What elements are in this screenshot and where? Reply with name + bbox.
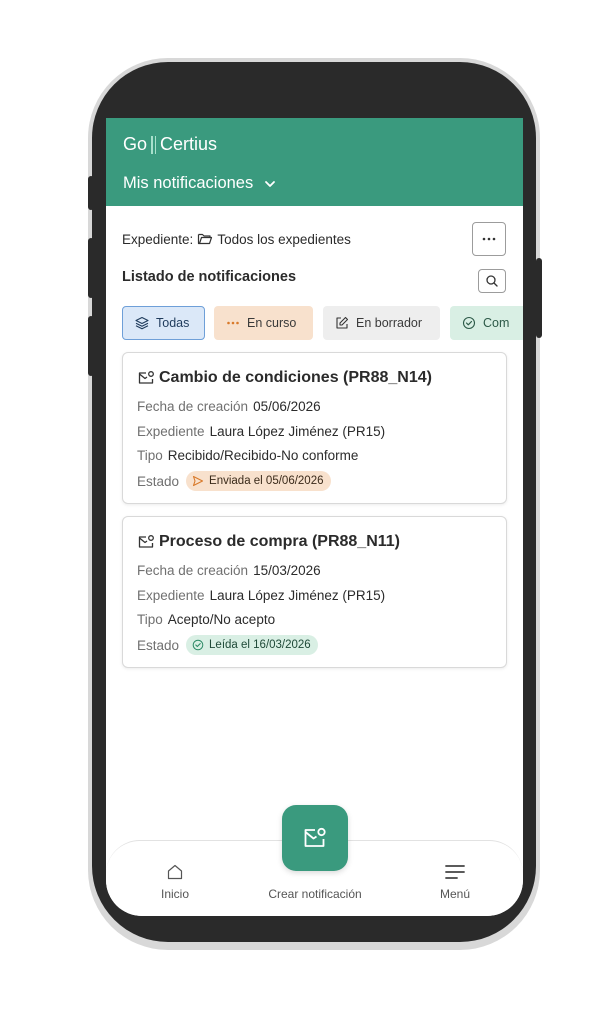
nav-inicio-label: Inicio (160, 887, 189, 901)
folder-icon (198, 233, 213, 245)
filter-en-curso-label: En curso (247, 316, 297, 330)
field-value: Recibido/Recibido-No conforme (167, 448, 359, 463)
field-label: Estado (137, 473, 180, 489)
new-notification-icon (304, 827, 326, 847)
edit-icon (336, 316, 349, 329)
field-fecha: Fecha de creación 15/03/2026 (137, 563, 321, 578)
logo-text-go: Go (123, 134, 148, 154)
app-screen: Go Certius Mis notificaciones Expediente… (106, 118, 523, 916)
field-value: Laura López Jiménez (PR15) (209, 588, 386, 603)
logo-divider-2 (154, 135, 157, 154)
filter-todas-label: Todas (156, 316, 190, 330)
field-estado: Estado Leída el 16/03/2026 (137, 635, 318, 655)
phone-button-left-3 (88, 316, 94, 376)
nav-crear-notificacion[interactable]: Crear notificación (252, 887, 378, 901)
app-header: Go Certius Mis notificaciones (106, 118, 523, 206)
send-icon (192, 475, 204, 487)
status-badge: Enviada el 05/06/2026 (186, 471, 331, 491)
filter-en-curso[interactable]: En curso (214, 306, 313, 340)
field-value: Acepto/No acepto (167, 612, 276, 627)
expediente-label: Expediente: (122, 231, 194, 247)
nav-inicio[interactable]: Inicio (152, 863, 198, 901)
filter-chips: Todas En curso En borrador Com (122, 306, 523, 340)
more-dots-icon (482, 237, 496, 241)
search-button[interactable] (478, 269, 506, 293)
field-label: Expediente (137, 588, 205, 603)
field-label: Tipo (137, 448, 163, 463)
check-circle-icon (462, 316, 476, 330)
app-logo: Go Certius (123, 134, 217, 155)
section-selector[interactable]: Mis notificaciones (123, 174, 277, 193)
status-badge: Leída el 16/03/2026 (186, 635, 318, 655)
field-tipo: Tipo Acepto/No acepto (137, 612, 275, 627)
field-label: Expediente (137, 424, 205, 439)
phone-button-left-1 (88, 176, 94, 210)
filter-en-borrador[interactable]: En borrador (323, 306, 440, 340)
list-title: Listado de notificaciones (122, 269, 297, 285)
expediente-value: Todos los expedientes (217, 231, 351, 247)
logo-text-certius: Certius (160, 134, 218, 154)
field-value: Laura López Jiménez (PR15) (209, 424, 386, 439)
status-text: Enviada el 05/06/2026 (209, 475, 324, 487)
field-value: 05/06/2026 (253, 399, 321, 414)
phone-button-left-2 (88, 238, 94, 298)
field-value: 15/03/2026 (253, 563, 321, 578)
field-expediente: Expediente Laura López Jiménez (PR15) (137, 424, 385, 439)
filter-todas[interactable]: Todas (122, 306, 205, 340)
more-options-button[interactable] (472, 222, 506, 256)
field-label: Tipo (137, 612, 163, 627)
field-fecha: Fecha de creación 05/06/2026 (137, 399, 321, 414)
field-label: Fecha de creación (137, 563, 249, 578)
field-label: Fecha de creación (137, 399, 249, 414)
field-expediente: Expediente Laura López Jiménez (PR15) (137, 588, 385, 603)
layers-icon (135, 316, 149, 330)
create-notification-button[interactable] (282, 805, 348, 871)
status-text: Leída el 16/03/2026 (209, 639, 311, 651)
field-label: Estado (137, 637, 180, 653)
logo-divider (151, 135, 153, 154)
expediente-filter[interactable]: Expediente: Todos los expedientes (122, 231, 351, 247)
section-title: Mis notificaciones (123, 174, 254, 192)
notification-card[interactable]: Proceso de compra (PR88_N11) Fecha de cr… (122, 516, 507, 668)
notification-mail-icon (138, 535, 154, 548)
check-circle-icon (192, 639, 204, 651)
nav-crear-label: Crear notificación (268, 887, 362, 901)
card-title-text: Proceso de compra (PR88_N11) (159, 533, 400, 550)
home-icon (167, 864, 183, 880)
card-title: Cambio de condiciones (PR88_N14) (137, 369, 432, 387)
filter-en-borrador-label: En borrador (356, 316, 423, 330)
phone-button-right (536, 258, 542, 338)
notification-card[interactable]: Cambio de condiciones (PR88_N14) Fecha d… (122, 352, 507, 504)
field-estado: Estado Enviada el 05/06/2026 (137, 471, 331, 491)
notification-mail-icon (138, 371, 154, 384)
nav-menu[interactable]: Menú (432, 863, 478, 901)
nav-menu-label: Menú (439, 887, 471, 901)
menu-icon (445, 865, 465, 879)
search-icon (486, 275, 498, 287)
filter-completadas-label: Com (483, 316, 510, 330)
card-title-text: Cambio de condiciones (PR88_N14) (159, 369, 432, 386)
field-tipo: Tipo Recibido/Recibido-No conforme (137, 448, 358, 463)
filter-completadas[interactable]: Com (450, 306, 523, 340)
chevron-down-icon (265, 180, 276, 187)
card-title: Proceso de compra (PR88_N11) (137, 533, 400, 551)
dots-icon (227, 321, 239, 325)
